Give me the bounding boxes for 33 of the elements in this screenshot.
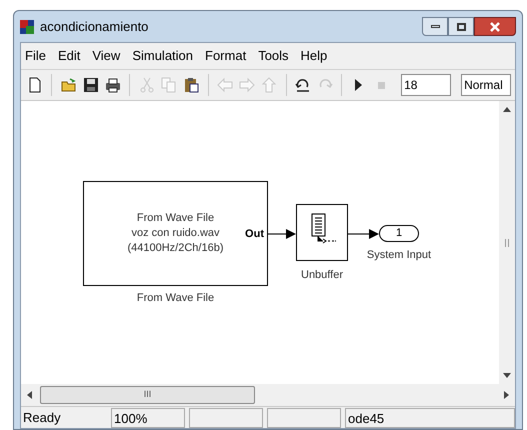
port-label: Out xyxy=(245,227,264,242)
scroll-grip-icon xyxy=(505,238,509,246)
minimize-button[interactable] xyxy=(422,17,448,36)
menu-item[interactable]: View xyxy=(92,46,120,66)
close-button[interactable] xyxy=(474,17,516,36)
app-icon xyxy=(20,20,34,34)
menu-item[interactable]: Edit xyxy=(58,46,80,66)
buffer-icon xyxy=(311,213,337,245)
scroll-thumb[interactable]: III xyxy=(40,386,255,404)
scroll-right-icon[interactable] xyxy=(504,391,509,399)
minimize-icon xyxy=(430,25,440,28)
menu-item[interactable]: Help xyxy=(300,46,328,66)
window-title: acondicionamiento xyxy=(40,18,148,36)
menu-item[interactable]: Simulation xyxy=(132,46,194,66)
menu-item[interactable]: File xyxy=(25,46,46,66)
block-text: From Wave File voz con ruido.wav (44100Hz/2Ch/16b) xyxy=(127,211,224,256)
stop-time-field[interactable]: 18 xyxy=(401,74,452,96)
scroll-left-icon[interactable] xyxy=(27,391,32,399)
simulation-mode-field[interactable]: Normal xyxy=(461,74,512,96)
zoom-level: 100% xyxy=(111,408,185,428)
block-label: System Input xyxy=(366,248,432,263)
scroll-down-icon[interactable] xyxy=(503,373,511,378)
close-icon xyxy=(490,22,500,32)
scroll-up-icon[interactable] xyxy=(503,107,511,112)
menu-item[interactable]: Format xyxy=(205,46,246,66)
block-label: Unbuffer xyxy=(300,268,344,283)
status-message: Ready xyxy=(22,409,62,427)
block-label: From Wave File xyxy=(136,291,216,306)
maximize-button[interactable] xyxy=(448,17,474,36)
maximize-icon xyxy=(456,22,466,30)
solver-name: ode45 xyxy=(345,408,515,428)
menu-item[interactable]: Tools xyxy=(258,46,289,66)
outport-block: 1 xyxy=(379,225,419,242)
